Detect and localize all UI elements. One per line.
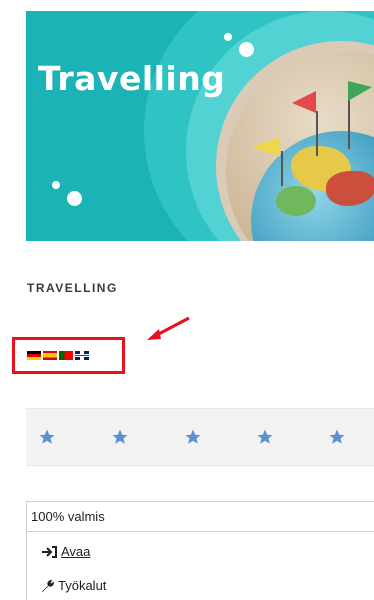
red-pin-flag-icon [292,91,316,113]
tools-menu[interactable]: Työkalut [41,578,106,593]
green-pin-flag-icon [348,81,372,101]
star-icon[interactable] [111,428,129,446]
annotation-arrow-icon [147,316,190,340]
rating-bar [26,408,374,466]
tools-label[interactable]: Työkalut [58,578,106,593]
star-icon[interactable] [38,428,56,446]
decorative-dot [52,181,60,189]
star-icon[interactable] [256,428,274,446]
map-pin [316,111,318,156]
course-title: TRAVELLING [27,281,118,295]
sign-in-icon [42,545,57,558]
star-icon[interactable] [328,428,346,446]
course-banner-image: Travelling [26,11,374,241]
portuguese-flag-icon[interactable] [59,351,73,360]
open-course-link[interactable]: Avaa [41,544,90,559]
course-actions: Avaa Työkalut [26,532,374,600]
progress-status: 100% valmis [26,501,374,532]
banner-title: Travelling [38,59,226,98]
wrench-icon [42,579,54,592]
map-pin [348,99,350,149]
uk-flag-icon[interactable] [75,351,89,360]
spanish-flag-icon[interactable] [43,351,57,360]
globe-land [276,186,316,216]
decorative-dot [67,191,82,206]
yellow-pin-flag-icon [252,137,280,157]
open-link-label[interactable]: Avaa [61,544,90,559]
decorative-dot [239,42,254,57]
language-flags [27,351,89,360]
decorative-dot [224,33,232,41]
german-flag-icon[interactable] [27,351,41,360]
star-icon[interactable] [184,428,202,446]
